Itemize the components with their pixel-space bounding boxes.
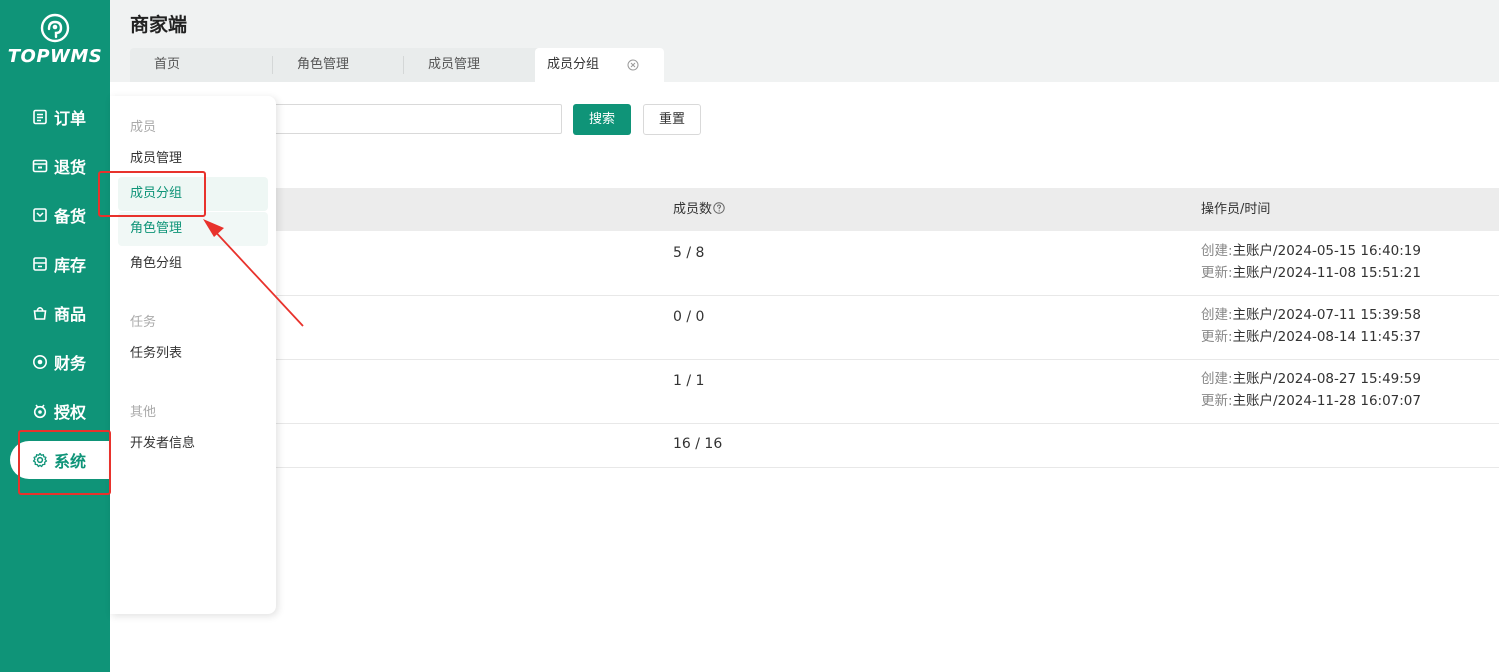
search-input[interactable] <box>264 104 562 134</box>
tab-member-group[interactable]: 成员分组 <box>535 48 664 82</box>
logo-icon <box>40 13 70 43</box>
nav-item-label: 订单 <box>54 109 87 128</box>
menu-item-role-group[interactable]: 角色分组 <box>118 247 268 281</box>
nav-item-label: 商品 <box>54 305 87 324</box>
nav-item-stock-prep[interactable]: 备货 <box>20 196 110 234</box>
member-count: 1 / 1 <box>673 373 705 389</box>
menu-item-role-management[interactable]: 角色管理 <box>118 212 268 246</box>
order-icon <box>33 109 47 125</box>
table-row[interactable]: 1 / 1 创建:主账户/2024-08-27 15:49:59 更新:主账户/… <box>110 360 1499 424</box>
updated-value: 主账户/2024-11-08 15:51:21 <box>1232 265 1421 281</box>
search-button[interactable]: 搜索 <box>573 104 631 135</box>
updated-label: 更新: <box>1201 329 1233 345</box>
tab-role-management[interactable]: 角色管理 <box>273 48 404 82</box>
return-icon <box>32 159 48 173</box>
close-icon[interactable] <box>627 59 639 71</box>
tab-label: 成员管理 <box>428 57 481 72</box>
nav-item-label: 库存 <box>54 256 87 275</box>
table-row[interactable]: 5 / 8 创建:主账户/2024-05-15 16:40:19 更新:主账户/… <box>110 231 1499 296</box>
logo[interactable]: TOPWMS <box>0 12 110 67</box>
operator-time: 创建:主账户/2024-07-11 15:39:58 更新:主账户/2024-0… <box>1201 304 1421 348</box>
menu-group-title: 其他 <box>130 405 157 420</box>
annotation-box-member-group <box>98 171 206 217</box>
annotation-box-system <box>18 430 111 495</box>
created-label: 创建: <box>1201 243 1233 259</box>
stock-prep-icon <box>33 208 47 222</box>
updated-label: 更新: <box>1201 393 1233 409</box>
created-label: 创建: <box>1201 307 1233 323</box>
nav-item-finance[interactable]: 财务 <box>20 343 110 381</box>
nav-item-label: 财务 <box>54 354 87 373</box>
created-value: 主账户/2024-08-27 15:49:59 <box>1232 371 1421 387</box>
column-header-operator: 操作员/时间 <box>1201 202 1271 217</box>
updated-value: 主账户/2024-11-28 16:07:07 <box>1232 393 1421 409</box>
nav-item-label: 授权 <box>54 403 87 422</box>
column-header-count[interactable]: 成员数 <box>673 188 725 231</box>
menu-item-developer-info[interactable]: 开发者信息 <box>118 427 268 461</box>
nav-item-order[interactable]: 订单 <box>20 98 110 136</box>
authorize-icon <box>33 404 47 419</box>
updated-value: 主账户/2024-08-14 11:45:37 <box>1232 329 1421 345</box>
table-row[interactable]: 16 / 16 <box>110 424 1499 468</box>
menu-item-task-list[interactable]: 任务列表 <box>118 337 268 371</box>
operator-time: 创建:主账户/2024-08-27 15:49:59 更新:主账户/2024-1… <box>1201 368 1421 412</box>
created-value: 主账户/2024-07-11 15:39:58 <box>1232 307 1421 323</box>
finance-icon <box>33 355 47 369</box>
reset-button[interactable]: 重置 <box>643 104 701 135</box>
tab-label: 成员分组 <box>547 57 600 72</box>
tab-home[interactable]: 首页 <box>130 48 273 82</box>
created-value: 主账户/2024-05-15 16:40:19 <box>1232 243 1421 259</box>
nav-item-goods[interactable]: 商品 <box>20 294 110 332</box>
tab-bar: 首页 角色管理 成员管理 成员分组 <box>130 48 664 82</box>
tab-label: 首页 <box>154 57 181 72</box>
member-count: 5 / 8 <box>673 245 705 261</box>
logo-text: TOPWMS <box>7 46 103 67</box>
nav-item-label: 退货 <box>54 158 87 177</box>
page-title: 商家端 <box>130 14 188 36</box>
help-icon[interactable] <box>713 202 725 214</box>
inventory-icon <box>33 257 47 271</box>
goods-icon <box>33 307 47 320</box>
member-count: 0 / 0 <box>673 309 705 325</box>
nav-item-authorize[interactable]: 授权 <box>20 392 110 430</box>
operator-time: 创建:主账户/2024-05-15 16:40:19 更新:主账户/2024-1… <box>1201 240 1421 284</box>
nav-item-inventory[interactable]: 库存 <box>20 245 110 283</box>
header: 商家端 首页 角色管理 成员管理 成员分组 <box>110 0 1499 82</box>
nav-item-label: 备货 <box>54 207 87 226</box>
table-header: 成员数 操作员/时间 <box>110 188 1499 231</box>
table-row[interactable]: 0 / 0 创建:主账户/2024-07-11 15:39:58 更新:主账户/… <box>110 296 1499 360</box>
tab-member-management[interactable]: 成员管理 <box>404 48 535 82</box>
sidebar: TOPWMS 订单 退货 备货 库存 商品 财务 授权 系统 <box>0 0 110 672</box>
menu-group-title: 成员 <box>130 120 157 135</box>
tab-label: 角色管理 <box>297 57 350 72</box>
created-label: 创建: <box>1201 371 1233 387</box>
member-count: 16 / 16 <box>673 436 723 452</box>
nav-item-return[interactable]: 退货 <box>20 147 110 185</box>
column-title: 成员数 <box>673 202 713 217</box>
menu-group-title: 任务 <box>130 315 157 330</box>
updated-label: 更新: <box>1201 265 1233 281</box>
